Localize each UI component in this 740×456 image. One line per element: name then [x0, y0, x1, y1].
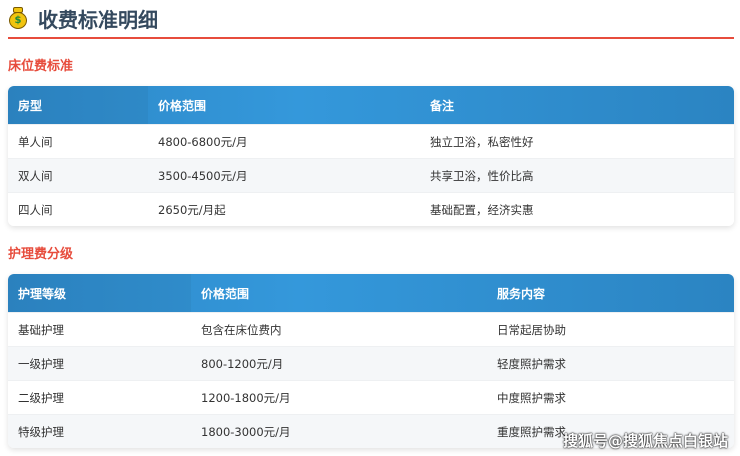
table-header: 房型 价格范围 备注 [8, 86, 734, 124]
cell: 共享卫浴，性价比高 [430, 168, 534, 183]
column-header: 服务内容 [497, 286, 546, 301]
table-row: 二级护理 1200-1800元/月 中度照护需求 [8, 380, 734, 414]
money-bag-icon: $ [8, 7, 28, 29]
cell: 800-1200元/月 [201, 356, 284, 371]
cell: 1200-1800元/月 [201, 390, 291, 405]
table-row: 单人间 4800-6800元/月 独立卫浴，私密性好 [8, 124, 734, 158]
cell: 特级护理 [18, 424, 64, 439]
cell: 包含在床位费内 [201, 322, 282, 337]
bed-section-title: 床位费标准 [8, 59, 74, 74]
table-row: 双人间 3500-4500元/月 共享卫浴，性价比高 [8, 158, 734, 192]
cell: 2650元/月起 [158, 202, 226, 217]
cell: 一级护理 [18, 356, 64, 371]
cell: 4800-6800元/月 [158, 134, 248, 149]
cell: 二级护理 [18, 390, 64, 405]
table-header: 护理等级 价格范围 服务内容 [8, 274, 734, 312]
cell: 基础配置，经济实惠 [430, 202, 534, 217]
table-row: 四人间 2650元/月起 基础配置，经济实惠 [8, 192, 734, 226]
cell: 轻度照护需求 [497, 356, 566, 371]
cell: 四人间 [18, 202, 53, 217]
cell: 1800-3000元/月 [201, 424, 291, 439]
column-header: 房型 [8, 86, 148, 124]
page-title-text: 收费标准明细 [38, 7, 158, 32]
cell: 3500-4500元/月 [158, 168, 248, 183]
column-header: 护理等级 [8, 274, 191, 312]
title-divider [8, 37, 734, 39]
table-row: 基础护理 包含在床位费内 日常起居协助 [8, 312, 734, 346]
cell: 双人间 [18, 168, 53, 183]
table-row: 一级护理 800-1200元/月 轻度照护需求 [8, 346, 734, 380]
care-fee-table: 护理等级 价格范围 服务内容 基础护理 包含在床位费内 日常起居协助 一级护理 800… [8, 274, 734, 448]
care-section-title: 护理费分级 [8, 247, 74, 262]
watermark: 搜狐号@搜狐焦点白银站 [563, 432, 729, 450]
column-header: 价格范围 [201, 286, 250, 301]
cell: 独立卫浴，私密性好 [430, 134, 534, 149]
cell: 基础护理 [18, 322, 64, 337]
column-header: 备注 [430, 98, 455, 113]
cell: 单人间 [18, 134, 53, 149]
column-header: 价格范围 [158, 98, 207, 113]
cell: 日常起居协助 [497, 322, 566, 337]
page-title: $ 收费标准明细 [8, 3, 158, 33]
bed-fee-table: 房型 价格范围 备注 单人间 4800-6800元/月 独立卫浴，私密性好 双人间 3… [8, 86, 734, 226]
cell: 中度照护需求 [497, 390, 566, 405]
